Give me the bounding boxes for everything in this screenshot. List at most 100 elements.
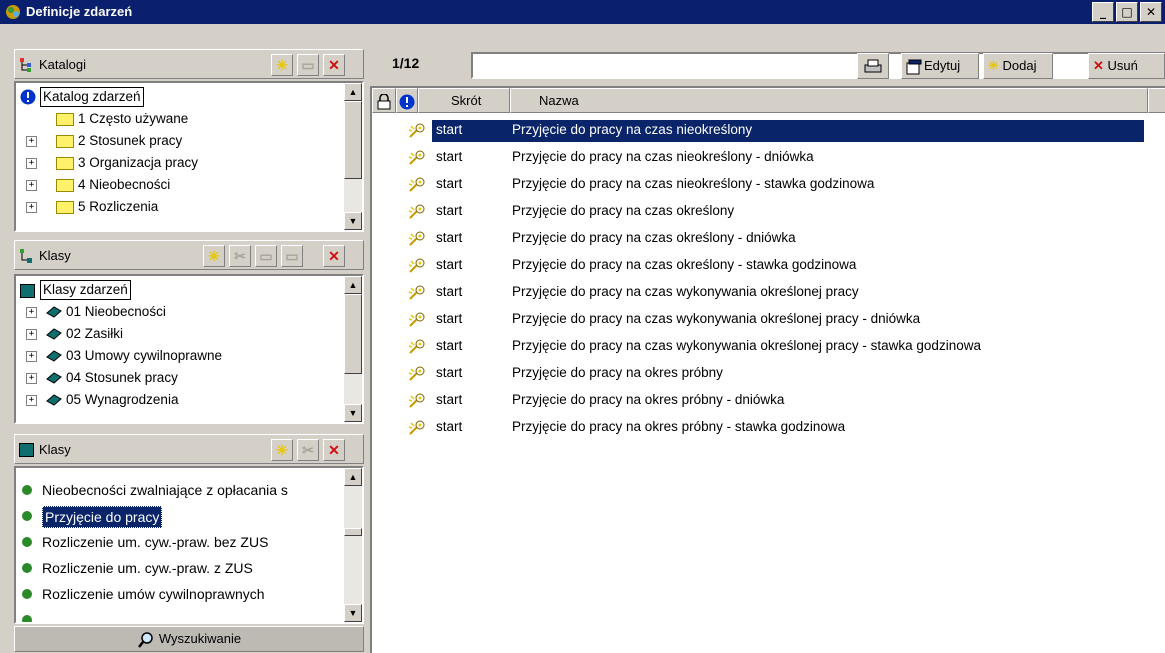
tree-item-klasa-05[interactable]: + 05 Wynagrodzenia — [20, 389, 340, 411]
scroll-up-icon[interactable]: ▲ — [344, 276, 362, 294]
events-list[interactable]: Skrót Nazwa start Przyjęcie do pracy na c… — [370, 86, 1165, 653]
table-row[interactable]: start Przyjęcie do pracy na czas wykonywa… — [372, 306, 1165, 333]
tree-item-katalog-1[interactable]: 1 Często używane — [20, 108, 340, 130]
window-title: Definicje zdarzeń — [26, 4, 133, 19]
expand-icon[interactable]: + — [26, 158, 37, 169]
table-row[interactable]: start Przyjęcie do pracy na okres próbny … — [372, 414, 1165, 441]
scroll-up-icon[interactable]: ▲ — [344, 468, 362, 486]
klasy-list-scrollbar[interactable]: ▲ ▼ — [344, 468, 362, 622]
expand-icon[interactable]: + — [26, 373, 37, 384]
scroll-down-icon[interactable]: ▼ — [344, 604, 362, 622]
start-event-icon — [408, 231, 425, 246]
tree-item-katalog-3[interactable]: + 3 Organizacja pracy — [20, 152, 340, 174]
start-event-icon — [408, 204, 425, 219]
scroll-down-icon[interactable]: ▼ — [344, 404, 362, 422]
column-skrot-header[interactable]: Skrót — [418, 88, 510, 113]
close-button[interactable]: ✕ — [1140, 2, 1162, 22]
delete-catalog-button[interactable]: ✕ — [323, 54, 345, 76]
start-event-icon — [408, 123, 425, 138]
expand-icon[interactable]: + — [26, 395, 37, 406]
expand-icon[interactable]: + — [26, 307, 37, 318]
cell-skrot: start — [436, 230, 463, 245]
scroll-thumb[interactable] — [344, 101, 362, 179]
cell-skrot: start — [436, 311, 463, 326]
folder-icon — [56, 179, 74, 192]
printer-icon — [864, 59, 882, 73]
katalogi-tree[interactable]: Katalog zdarzeń 1 Często używane + 2 Sto… — [14, 81, 364, 232]
tree-item-katalog-4[interactable]: + 4 Nieobecności — [20, 174, 340, 196]
cell-nazwa: Przyjęcie do pracy na czas wykonywania o… — [512, 311, 921, 326]
class-list-label: Nieobecności zwalniające z opłacania s — [42, 482, 288, 498]
search-button[interactable]: Wyszukiwanie — [14, 626, 364, 652]
cell-nazwa: Przyjęcie do pracy na czas nieokreślony — [512, 122, 753, 137]
start-event-icon — [408, 312, 425, 327]
table-row[interactable]: start Przyjęcie do pracy na czas określon… — [372, 252, 1165, 279]
tree-item-katalog-2[interactable]: + 2 Stosunek pracy — [20, 130, 340, 152]
tree-item-label: 1 Często używane — [78, 111, 189, 126]
class-dot-icon — [22, 563, 32, 573]
add-button[interactable]: ✳ Dodaj — [983, 53, 1053, 79]
cell-nazwa: Przyjęcie do pracy na czas wykonywania o… — [512, 338, 981, 353]
column-lock-header[interactable] — [372, 88, 396, 113]
table-row[interactable]: start Przyjęcie do pracy na czas określon… — [372, 198, 1165, 225]
delete-class-button[interactable]: ✕ — [323, 245, 345, 267]
catalog-tree-icon — [20, 58, 31, 72]
maximize-button[interactable]: □ — [1116, 2, 1138, 22]
edit-catalog-button[interactable]: ▭ — [297, 54, 319, 76]
klasy-tree-title: Klasy — [39, 248, 71, 263]
expand-icon[interactable]: + — [26, 202, 37, 213]
cell-skrot: start — [436, 203, 463, 218]
filter-input[interactable] — [471, 52, 1165, 79]
tree-root-klasy[interactable]: Klasy zdarzeń — [20, 279, 131, 301]
tree-item-klasa-04[interactable]: + 04 Stosunek pracy — [20, 367, 340, 389]
scroll-up-icon[interactable]: ▲ — [344, 83, 362, 101]
new-class-button[interactable]: ✳ — [203, 245, 225, 267]
copy-class-button[interactable]: ▭ — [281, 245, 303, 267]
delete-class-item-button[interactable]: ✕ — [323, 439, 345, 461]
katalogi-scrollbar[interactable]: ▲ ▼ — [344, 83, 362, 230]
tree-item-label: 01 Nieobecności — [66, 304, 166, 319]
column-filler-header — [1148, 88, 1165, 113]
table-row[interactable]: start Przyjęcie do pracy na czas określon… — [372, 225, 1165, 252]
cut-class-item-button[interactable]: ✂ — [297, 439, 319, 461]
expand-icon[interactable]: + — [26, 329, 37, 340]
cell-skrot: start — [436, 365, 463, 380]
klasy-tree-scrollbar[interactable]: ▲ ▼ — [344, 276, 362, 422]
table-row[interactable]: start Przyjęcie do pracy na czas nieokreś… — [372, 144, 1165, 171]
new-catalog-button[interactable]: ✳ — [271, 54, 293, 76]
info-icon — [399, 94, 415, 110]
edit-button[interactable]: Edytuj — [901, 53, 979, 79]
table-row[interactable]: start Przyjęcie do pracy na okres próbny — [372, 360, 1165, 387]
table-row[interactable]: start Przyjęcie do pracy na okres próbny … — [372, 387, 1165, 414]
tree-item-klasa-01[interactable]: + 01 Nieobecności — [20, 301, 340, 323]
expand-icon[interactable]: + — [26, 351, 37, 362]
tree-item-klasa-03[interactable]: + 03 Umowy cywilnoprawne — [20, 345, 340, 367]
tree-item-label: 02 Zasiłki — [66, 326, 124, 341]
minimize-button[interactable]: _ — [1092, 2, 1114, 22]
table-row[interactable]: start Przyjęcie do pracy na czas wykonywa… — [372, 333, 1165, 360]
cut-class-button[interactable]: ✂ — [229, 245, 251, 267]
delete-button[interactable]: ✕ Usuń — [1088, 53, 1165, 79]
table-row[interactable]: start Przyjęcie do pracy na czas nieokreś… — [372, 171, 1165, 198]
klasy-tree[interactable]: Klasy zdarzeń + 01 Nieobecności + 02 Zas… — [14, 274, 364, 424]
scroll-thumb[interactable] — [344, 294, 362, 374]
scroll-down-icon[interactable]: ▼ — [344, 212, 362, 230]
column-info-header[interactable] — [396, 88, 418, 113]
scroll-thumb[interactable] — [344, 528, 362, 536]
new-class-item-button[interactable]: ✳ — [271, 439, 293, 461]
cell-skrot: start — [436, 176, 463, 191]
tree-item-klasa-02[interactable]: + 02 Zasiłki — [20, 323, 340, 345]
table-row[interactable]: start Przyjęcie do pracy na czas nieokreś… — [372, 117, 1165, 144]
class-dot-icon — [22, 615, 32, 622]
class-list-label: Przyjęcie do pracy — [42, 506, 163, 528]
expand-icon[interactable]: + — [26, 136, 37, 147]
class-root-icon — [20, 284, 35, 298]
tree-item-katalog-5[interactable]: + 5 Rozliczenia — [20, 196, 340, 218]
print-button[interactable] — [857, 53, 889, 79]
table-row[interactable]: start Przyjęcie do pracy na czas wykonywa… — [372, 279, 1165, 306]
tree-root-katalog[interactable]: Katalog zdarzeń — [20, 86, 144, 108]
edit-class-button[interactable]: ▭ — [255, 245, 277, 267]
expand-icon[interactable]: + — [26, 180, 37, 191]
column-nazwa-header[interactable]: Nazwa — [510, 88, 1148, 113]
klasy-list[interactable]: Nieobecności zwalniające z opłacania s P… — [14, 466, 364, 624]
